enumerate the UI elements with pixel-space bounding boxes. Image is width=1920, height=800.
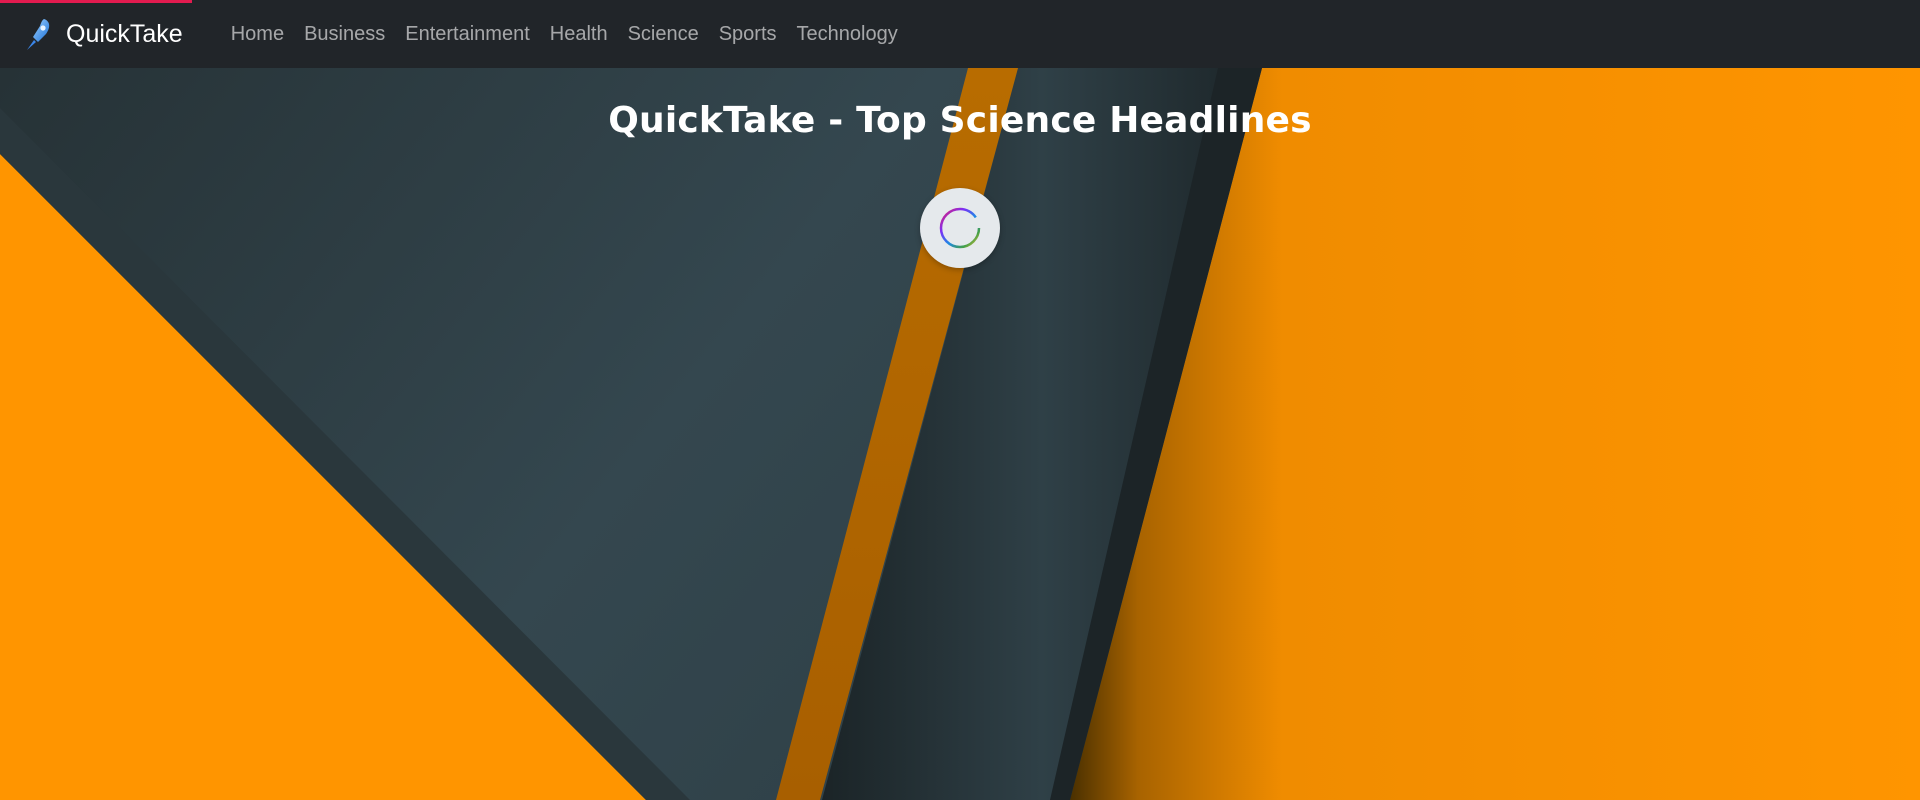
hero-section: QuickTake - Top Science Headlines [0,68,1920,800]
brand[interactable]: QuickTake [24,17,183,51]
nav-item-entertainment[interactable]: Entertainment [395,23,540,46]
nav-item-business[interactable]: Business [294,23,395,46]
page-title: QuickTake - Top Science Headlines [608,100,1312,141]
navbar: QuickTake Home Business Entertainment He… [0,0,1920,68]
rocket-icon [27,19,50,50]
nav-item-home[interactable]: Home [231,23,294,46]
nav-links: Home Business Entertainment Health Scien… [231,23,908,46]
hero-background [0,68,1920,800]
loading-spinner [920,188,1000,268]
top-loading-bar [0,0,192,3]
page: QuickTake Home Business Entertainment He… [0,0,1920,800]
spinner-icon [939,207,981,249]
nav-item-sports[interactable]: Sports [709,23,787,46]
brand-name: QuickTake [66,19,183,48]
nav-item-science[interactable]: Science [618,23,709,46]
nav-item-health[interactable]: Health [540,23,618,46]
nav-item-technology[interactable]: Technology [787,23,908,46]
